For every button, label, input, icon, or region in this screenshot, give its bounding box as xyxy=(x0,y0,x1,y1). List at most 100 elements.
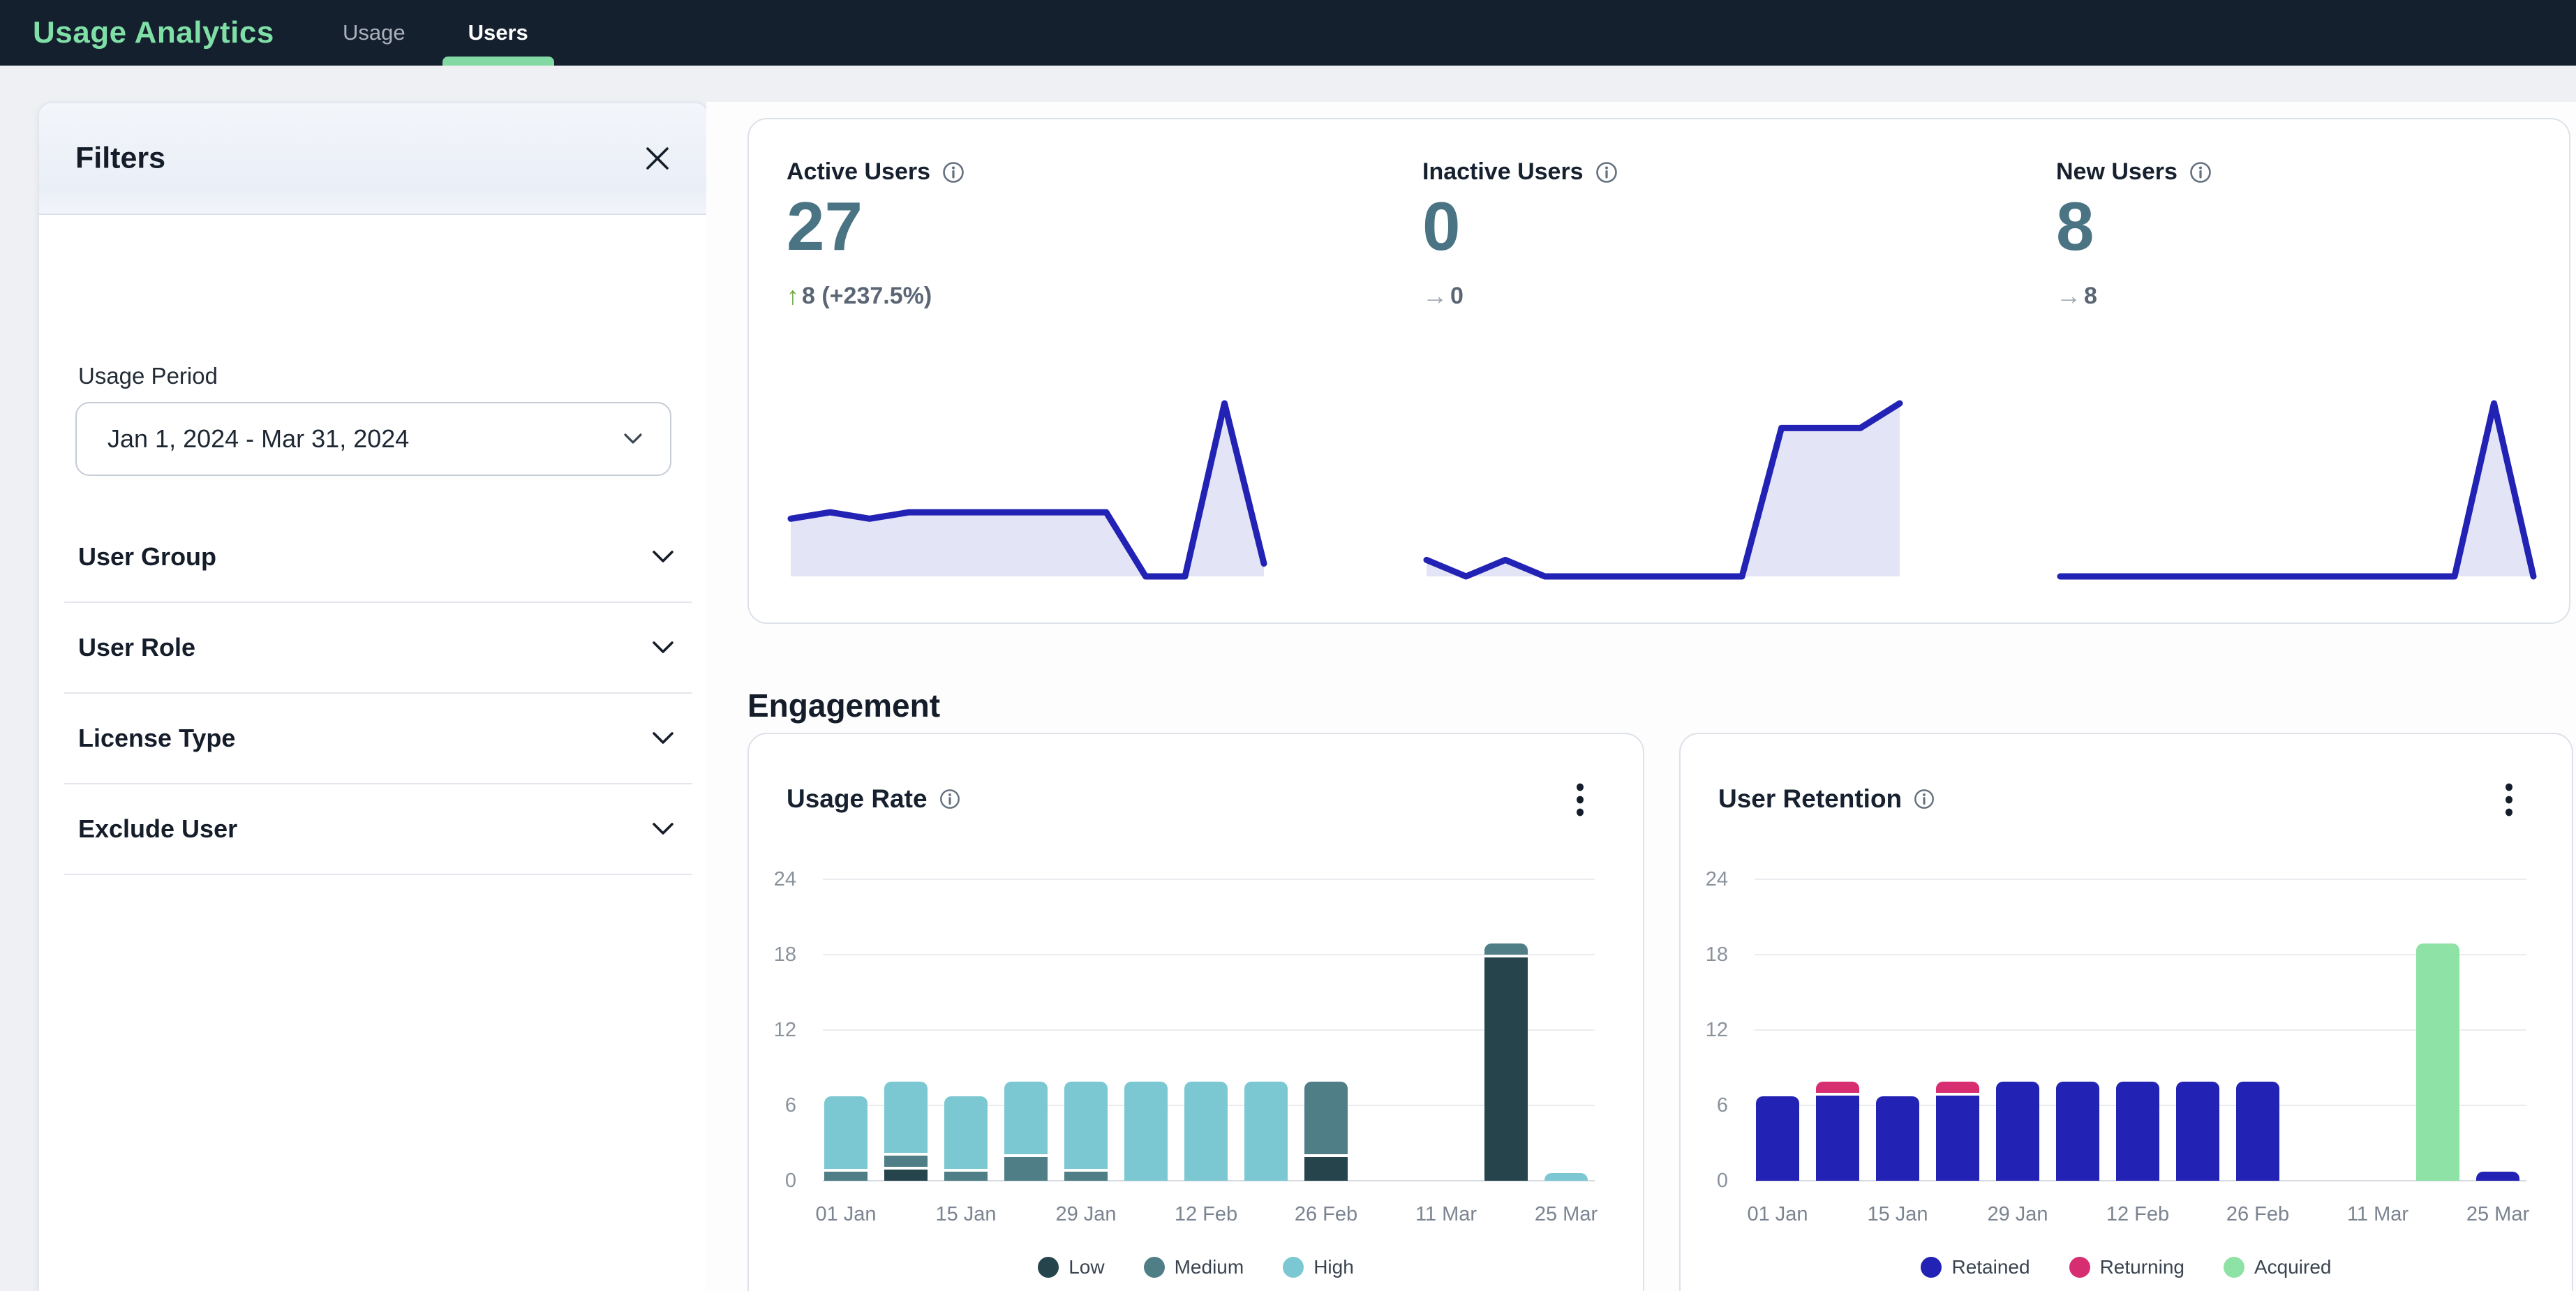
filters-title: Filters xyxy=(75,142,165,176)
bar-segment[interactable] xyxy=(1244,1082,1288,1181)
legend-label: Acquired xyxy=(2254,1256,2332,1278)
kpi-new-users: New Users 8 → 8 xyxy=(2056,119,2538,622)
kebab-icon xyxy=(1575,782,1585,818)
info-icon[interactable] xyxy=(1913,788,1935,810)
bar-segment[interactable] xyxy=(1876,1096,1919,1181)
kpi-delta-text: 8 xyxy=(2084,283,2097,310)
gridline xyxy=(1755,879,2526,880)
kpi-inactive-users: Inactive Users 0 → 0 xyxy=(1422,119,1904,622)
x-axis-labels: 01 Jan15 Jan29 Jan12 Feb26 Feb11 Mar25 M… xyxy=(1755,1203,2526,1234)
bar-segment[interactable] xyxy=(1004,1157,1048,1181)
bar-segment[interactable] xyxy=(1304,1082,1348,1154)
filter-section-exclude-user[interactable]: Exclude User xyxy=(64,784,692,875)
trend-up-icon: ↑ xyxy=(787,281,799,311)
y-axis-labels: 06121824 xyxy=(1681,879,1745,1181)
x-tick-label: 29 Jan xyxy=(1962,1203,2074,1226)
bar-segment[interactable] xyxy=(2236,1082,2279,1181)
bar-segment[interactable] xyxy=(944,1096,988,1169)
user-retention-plot xyxy=(1755,879,2526,1181)
bar-segment[interactable] xyxy=(1184,1082,1228,1181)
bar-segment[interactable] xyxy=(2416,943,2459,1181)
bar-segment[interactable] xyxy=(1064,1172,1108,1181)
kpi-delta-text: 8 (+237.5%) xyxy=(802,283,932,310)
bar-segment[interactable] xyxy=(824,1096,868,1169)
filter-section-user-group[interactable]: User Group xyxy=(64,512,692,603)
usage-period-select[interactable]: Jan 1, 2024 - Mar 31, 2024 xyxy=(75,402,671,476)
bar-segment[interactable] xyxy=(1816,1096,1859,1181)
chart-title: Usage Rate xyxy=(787,784,928,814)
kebab-icon xyxy=(2504,782,2514,818)
chart-menu-button[interactable] xyxy=(2491,780,2527,819)
gridline xyxy=(823,1029,1595,1031)
bar-segment[interactable] xyxy=(2176,1082,2219,1181)
legend-item-low: Low xyxy=(1038,1256,1104,1278)
legend-label: Low xyxy=(1069,1256,1104,1278)
bar-segment[interactable] xyxy=(1484,957,1528,1181)
trend-flat-icon: → xyxy=(2056,281,2081,311)
filters-panel: Filters Usage Period Jan 1, 2024 - Mar 3… xyxy=(38,102,709,1291)
chart-title: User Retention xyxy=(1718,784,1902,814)
bar-segment[interactable] xyxy=(1816,1082,1859,1093)
bar-segment[interactable] xyxy=(884,1170,928,1181)
bar-segment[interactable] xyxy=(824,1172,868,1181)
x-tick-label: 25 Mar xyxy=(1510,1203,1622,1226)
main-tabs: Usage Users xyxy=(340,0,531,66)
main-content: Active Users 27 ↑ 8 (+237.5%) Inactive U… xyxy=(706,102,2576,1291)
legend-dot xyxy=(1144,1257,1165,1278)
bar-segment[interactable] xyxy=(1484,943,1528,955)
bar-segment[interactable] xyxy=(1004,1082,1048,1154)
bar-segment[interactable] xyxy=(884,1082,928,1153)
bar-segment[interactable] xyxy=(1064,1082,1108,1170)
x-tick-label: 15 Jan xyxy=(910,1203,1022,1226)
x-tick-label: 26 Feb xyxy=(1270,1203,1382,1226)
info-icon[interactable] xyxy=(939,788,961,810)
info-icon[interactable] xyxy=(941,161,965,184)
bar-segment[interactable] xyxy=(1544,1173,1588,1181)
tab-users[interactable]: Users xyxy=(466,0,531,66)
tab-usage[interactable]: Usage xyxy=(340,0,408,66)
x-tick-label: 29 Jan xyxy=(1030,1203,1142,1226)
gridline xyxy=(823,954,1595,955)
bar-segment[interactable] xyxy=(2056,1082,2099,1181)
kpi-label: Active Users xyxy=(787,158,930,186)
filter-section-user-role[interactable]: User Role xyxy=(64,603,692,694)
bar-segment[interactable] xyxy=(1936,1096,1979,1181)
filter-section-license-type[interactable]: License Type xyxy=(64,694,692,784)
info-icon[interactable] xyxy=(1595,161,1618,184)
x-tick-label: 11 Mar xyxy=(2322,1203,2434,1226)
legend-dot xyxy=(2224,1257,2244,1278)
bar-segment[interactable] xyxy=(1304,1157,1348,1181)
legend-dot xyxy=(1283,1257,1304,1278)
y-tick-label: 6 xyxy=(1681,1094,1728,1117)
trend-flat-icon: → xyxy=(1422,281,1447,311)
x-tick-label: 12 Feb xyxy=(2082,1203,2194,1226)
kpi-value: 27 xyxy=(787,184,863,269)
x-tick-label: 12 Feb xyxy=(1150,1203,1262,1226)
y-tick-label: 24 xyxy=(1681,868,1728,891)
legend-item-high: High xyxy=(1283,1256,1354,1278)
y-tick-label: 0 xyxy=(1681,1170,1728,1193)
bar-segment[interactable] xyxy=(884,1156,928,1167)
bar-segment[interactable] xyxy=(1124,1082,1168,1181)
kpi-value: 0 xyxy=(1422,184,1461,269)
legend-dot xyxy=(1921,1257,1942,1278)
info-icon[interactable] xyxy=(2189,161,2212,184)
sparkline-active-users xyxy=(787,392,1268,588)
legend-item-retained: Retained xyxy=(1921,1256,2030,1278)
legend-label: Medium xyxy=(1175,1256,1244,1278)
legend-dot xyxy=(2069,1257,2090,1278)
kpi-delta: → 0 xyxy=(1422,281,1464,311)
engagement-section-heading: Engagement xyxy=(747,687,940,724)
bar-segment[interactable] xyxy=(1936,1082,1979,1093)
filter-section-label: User Group xyxy=(78,542,216,572)
bar-segment[interactable] xyxy=(944,1172,988,1181)
close-filters-button[interactable] xyxy=(639,140,676,177)
chart-menu-button[interactable] xyxy=(1562,780,1598,819)
chart-legend: Low Medium High xyxy=(749,1256,1643,1278)
y-tick-label: 12 xyxy=(749,1019,796,1042)
kpi-delta: ↑ 8 (+237.5%) xyxy=(787,281,932,311)
bar-segment[interactable] xyxy=(1996,1082,2039,1181)
bar-segment[interactable] xyxy=(2476,1172,2519,1181)
bar-segment[interactable] xyxy=(1756,1096,1799,1181)
bar-segment[interactable] xyxy=(2116,1082,2159,1181)
